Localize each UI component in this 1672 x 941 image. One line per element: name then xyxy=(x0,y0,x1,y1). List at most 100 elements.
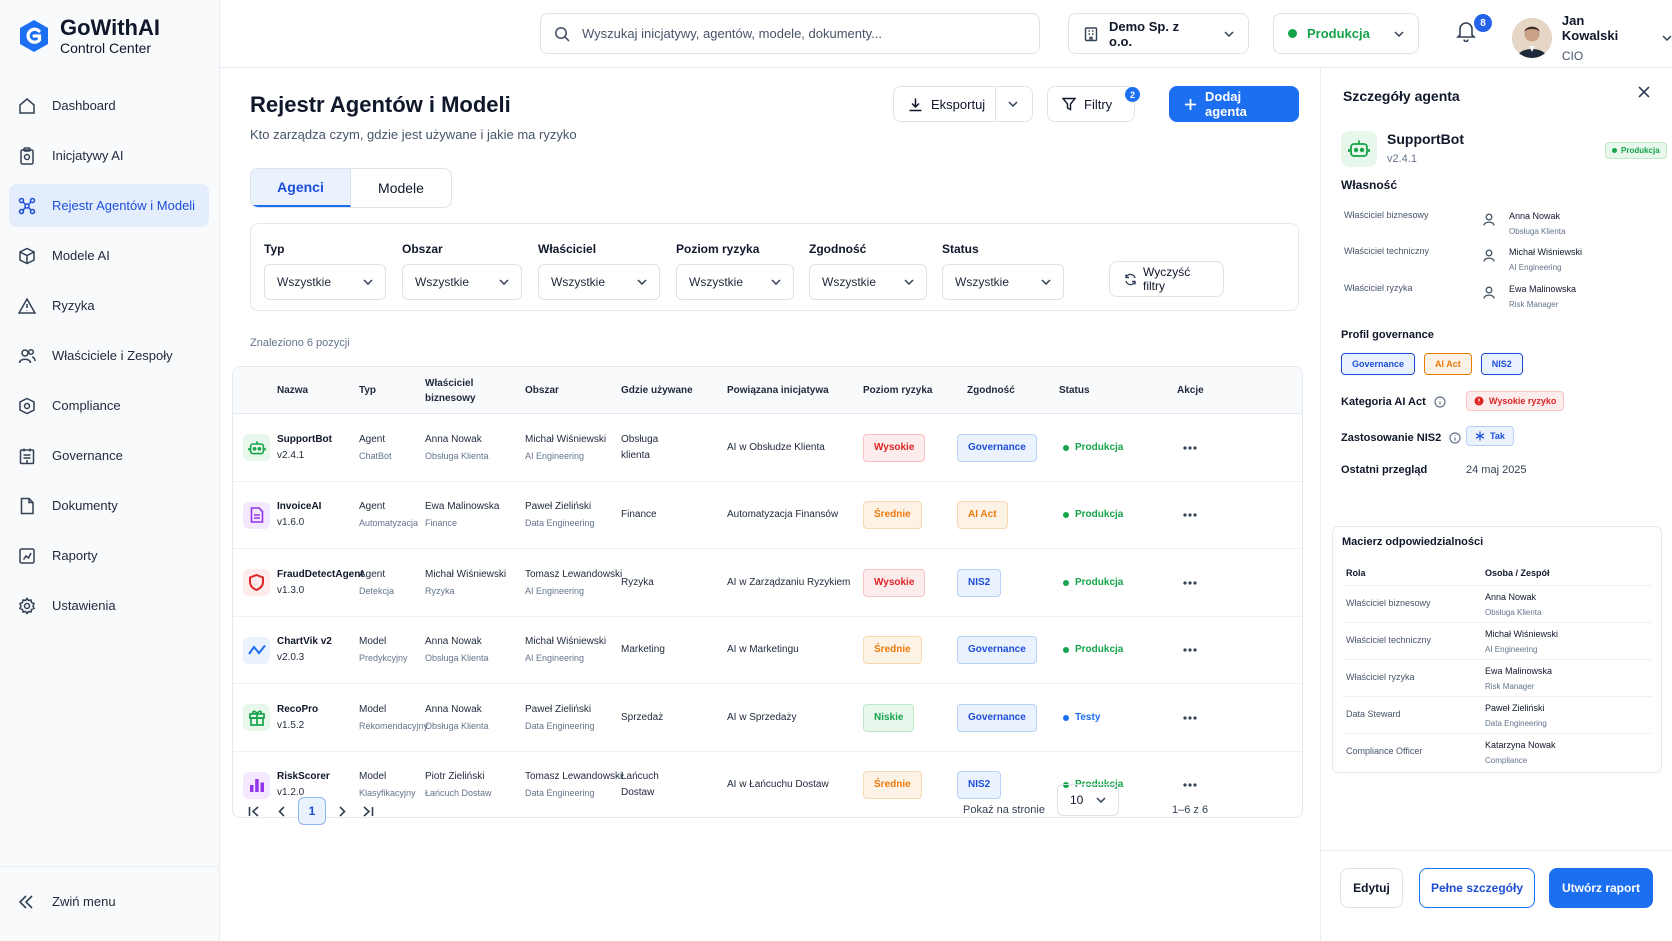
more-actions-icon[interactable] xyxy=(1183,513,1197,517)
tab-models[interactable]: Modele xyxy=(351,169,451,207)
collapse-menu-button[interactable]: Zwiń menu xyxy=(18,894,116,909)
more-actions-icon[interactable] xyxy=(1183,648,1197,652)
info-icon[interactable] xyxy=(1449,432,1461,444)
sidebar-item-registry[interactable]: Rejestr Agentów i Modeli xyxy=(9,184,209,227)
search-input[interactable] xyxy=(582,26,1012,41)
more-actions-icon[interactable] xyxy=(1183,715,1197,720)
plus-icon xyxy=(1184,98,1197,111)
next-page-button[interactable] xyxy=(328,797,356,825)
bell-icon[interactable] xyxy=(1456,20,1476,42)
item-name[interactable]: SupportBot xyxy=(277,432,332,448)
column-header[interactable]: Zgodność xyxy=(967,367,1015,414)
sidebar-nav: Dashboard Inicjatywy AI Rejestr Agentów … xyxy=(9,84,209,634)
create-report-button[interactable]: Utwórz raport xyxy=(1549,868,1653,908)
column-header[interactable]: Nazwa xyxy=(277,367,308,414)
item-type: Agent xyxy=(359,433,386,445)
organization-dropdown[interactable]: Demo Sp. z o.o. xyxy=(1068,13,1249,54)
cell-area: Paweł Zieliński Data Engineering xyxy=(525,482,595,549)
cell-actions xyxy=(1183,414,1197,481)
filter-owner-select[interactable]: Wszystkie xyxy=(538,264,660,300)
page-button-current[interactable]: 1 xyxy=(298,797,326,825)
item-name[interactable]: RiskScorer xyxy=(277,769,330,785)
filter-value: Wszystkie xyxy=(551,275,605,289)
user-menu[interactable]: Jan Kowalski CIO xyxy=(1512,13,1672,63)
column-header[interactable]: Obszar xyxy=(525,367,559,414)
close-icon[interactable] xyxy=(1637,85,1651,99)
full-details-button[interactable]: Pełne szczegóły xyxy=(1419,868,1535,908)
filter-area-select[interactable]: Wszystkie xyxy=(402,264,522,300)
users-icon xyxy=(18,347,36,365)
initiative-link[interactable]: AI w Zarządzaniu Ryzykiem xyxy=(727,575,850,591)
used-where: Marketing xyxy=(621,644,665,655)
info-icon[interactable] xyxy=(1434,396,1446,408)
sidebar-item-owners[interactable]: Właściciele i Zespoły xyxy=(9,334,209,377)
brand-logo[interactable]: GoWithAI Control Center xyxy=(18,16,160,56)
item-version: v1.3.0 xyxy=(277,584,305,596)
column-header[interactable]: Właściciel biznesowy xyxy=(425,367,505,414)
export-button[interactable]: Eksportuj xyxy=(893,86,1033,122)
global-search[interactable] xyxy=(540,13,1040,54)
initiative-link[interactable]: AI w Sprzedaży xyxy=(727,710,796,726)
clear-filters-button[interactable]: Wyczyść filtry xyxy=(1109,261,1224,297)
sidebar-item-dashboard[interactable]: Dashboard xyxy=(9,84,209,127)
edit-button[interactable]: Edytuj xyxy=(1340,868,1403,908)
status-indicator: Produkcja xyxy=(1063,440,1123,456)
tab-agents[interactable]: Agenci xyxy=(251,169,351,207)
more-actions-icon[interactable] xyxy=(1183,580,1197,585)
column-header[interactable]: Powiązana inicjatywa xyxy=(727,367,829,414)
sidebar-item-settings[interactable]: Ustawienia xyxy=(9,584,209,627)
sidebar-item-models[interactable]: Modele AI xyxy=(9,234,209,277)
initiative-link[interactable]: AI w Marketingu xyxy=(727,642,799,658)
more-actions-icon[interactable] xyxy=(1183,783,1197,787)
initiative-link[interactable]: AI w Łańcuchu Dostaw xyxy=(727,777,829,793)
add-agent-button[interactable]: Dodaj agenta xyxy=(1169,86,1299,122)
table-row[interactable]: SupportBot v2.4.1 Agent ChatBot Anna Nowak… xyxy=(233,414,1302,482)
compliance-badge: Governance xyxy=(957,703,1037,732)
trend-icon xyxy=(243,636,270,664)
item-name[interactable]: FraudDetectAgent xyxy=(277,567,364,583)
sidebar-item-risks[interactable]: Ryzyka xyxy=(9,284,209,327)
first-page-button[interactable] xyxy=(240,797,268,825)
table-row[interactable]: InvoiceAI v1.6.0 Agent Automatyzacja Ewa M… xyxy=(233,482,1302,549)
column-header[interactable]: Typ xyxy=(359,367,376,414)
column-header[interactable]: Gdzie używane xyxy=(621,367,693,414)
initiative-link[interactable]: AI w Obsłudze Klienta xyxy=(727,440,825,456)
owner-label: Właściciel biznesowy xyxy=(1344,210,1429,220)
filter-status-select[interactable]: Wszystkie xyxy=(942,264,1064,300)
table-row[interactable]: FraudDetectAgent v1.3.0 Agent Detekcja Mic… xyxy=(233,549,1302,617)
filter-type-select[interactable]: Wszystkie xyxy=(264,264,386,300)
prev-page-button[interactable] xyxy=(267,797,295,825)
panel-agent-version: v2.4.1 xyxy=(1387,153,1417,165)
table-row[interactable]: RecoPro v1.5.2 Model Rekomendacyjny Anna N… xyxy=(233,684,1302,752)
item-name[interactable]: RecoPro xyxy=(277,702,318,718)
cell-compliance: NIS2 xyxy=(957,549,1002,616)
user-icon xyxy=(1483,249,1495,262)
column-header[interactable]: Status xyxy=(1059,367,1090,414)
sidebar-item-initiatives[interactable]: Inicjatywy AI xyxy=(9,134,209,177)
filter-risk-select[interactable]: Wszystkie xyxy=(676,264,794,300)
gift-icon xyxy=(243,704,270,731)
environment-dropdown[interactable]: Produkcja xyxy=(1273,13,1419,54)
filters-button[interactable]: Filtry xyxy=(1047,86,1135,122)
area-name: Paweł Zieliński xyxy=(525,703,592,715)
item-type: Model xyxy=(359,636,387,647)
last-page-button[interactable] xyxy=(354,797,382,825)
owner-team: Finance xyxy=(425,518,458,528)
column-header[interactable]: Poziom ryzyka xyxy=(863,367,932,414)
risk-badge: Średnie xyxy=(863,636,922,664)
per-page-select[interactable]: 10 xyxy=(1057,784,1119,816)
sidebar-item-documents[interactable]: Dokumenty xyxy=(9,484,209,527)
add-agent-label: Dodaj agenta xyxy=(1205,89,1247,119)
sidebar-item-compliance[interactable]: Compliance xyxy=(9,384,209,427)
filter-compliance-select[interactable]: Wszystkie xyxy=(809,264,927,300)
sidebar-item-governance[interactable]: Governance xyxy=(9,434,209,477)
item-name[interactable]: ChartVik v2 xyxy=(277,634,332,650)
item-version: v1.5.2 xyxy=(277,719,305,731)
item-name[interactable]: InvoiceAI xyxy=(277,499,321,515)
table-row[interactable]: ChartVik v2 v2.0.3 Model Predykcyjny Anna … xyxy=(233,617,1302,684)
sidebar-item-reports[interactable]: Raporty xyxy=(9,534,209,577)
matrix-team: Compliance xyxy=(1485,756,1528,765)
initiative-link[interactable]: Automatyzacja Finansów xyxy=(727,507,838,523)
more-actions-icon[interactable] xyxy=(1183,445,1197,450)
owner-name: Ewa Malinowska xyxy=(1509,284,1577,294)
